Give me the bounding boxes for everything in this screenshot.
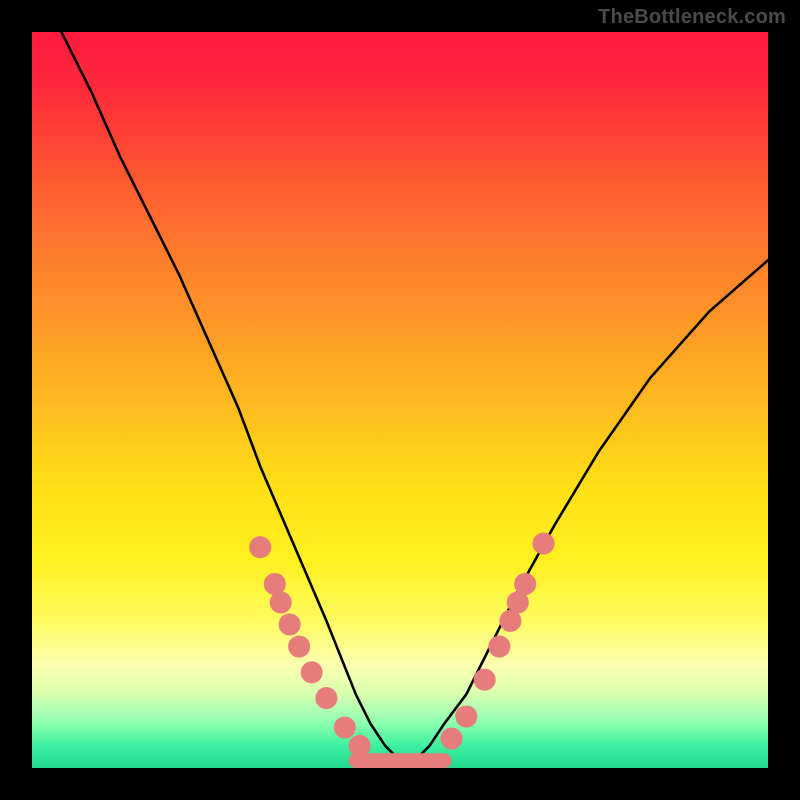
data-dot [440, 728, 462, 750]
data-dot [315, 687, 337, 709]
chart-frame: TheBottleneck.com [0, 0, 800, 800]
bottom-strip [348, 753, 451, 768]
curve-layer [32, 32, 768, 768]
data-dot [279, 613, 301, 635]
data-dot [270, 591, 292, 613]
dots-right-group [440, 532, 554, 749]
data-dot [301, 661, 323, 683]
watermark-text: TheBottleneck.com [598, 6, 786, 29]
data-dot [334, 716, 356, 738]
data-dot [288, 636, 310, 658]
data-dot [514, 573, 536, 595]
data-dot [488, 636, 510, 658]
data-dot [532, 532, 554, 554]
dots-left-group [249, 536, 370, 757]
data-dot [474, 669, 496, 691]
plot-area [32, 32, 768, 768]
data-dot [455, 705, 477, 727]
data-dot [249, 536, 271, 558]
bottleneck-curve [61, 32, 768, 761]
